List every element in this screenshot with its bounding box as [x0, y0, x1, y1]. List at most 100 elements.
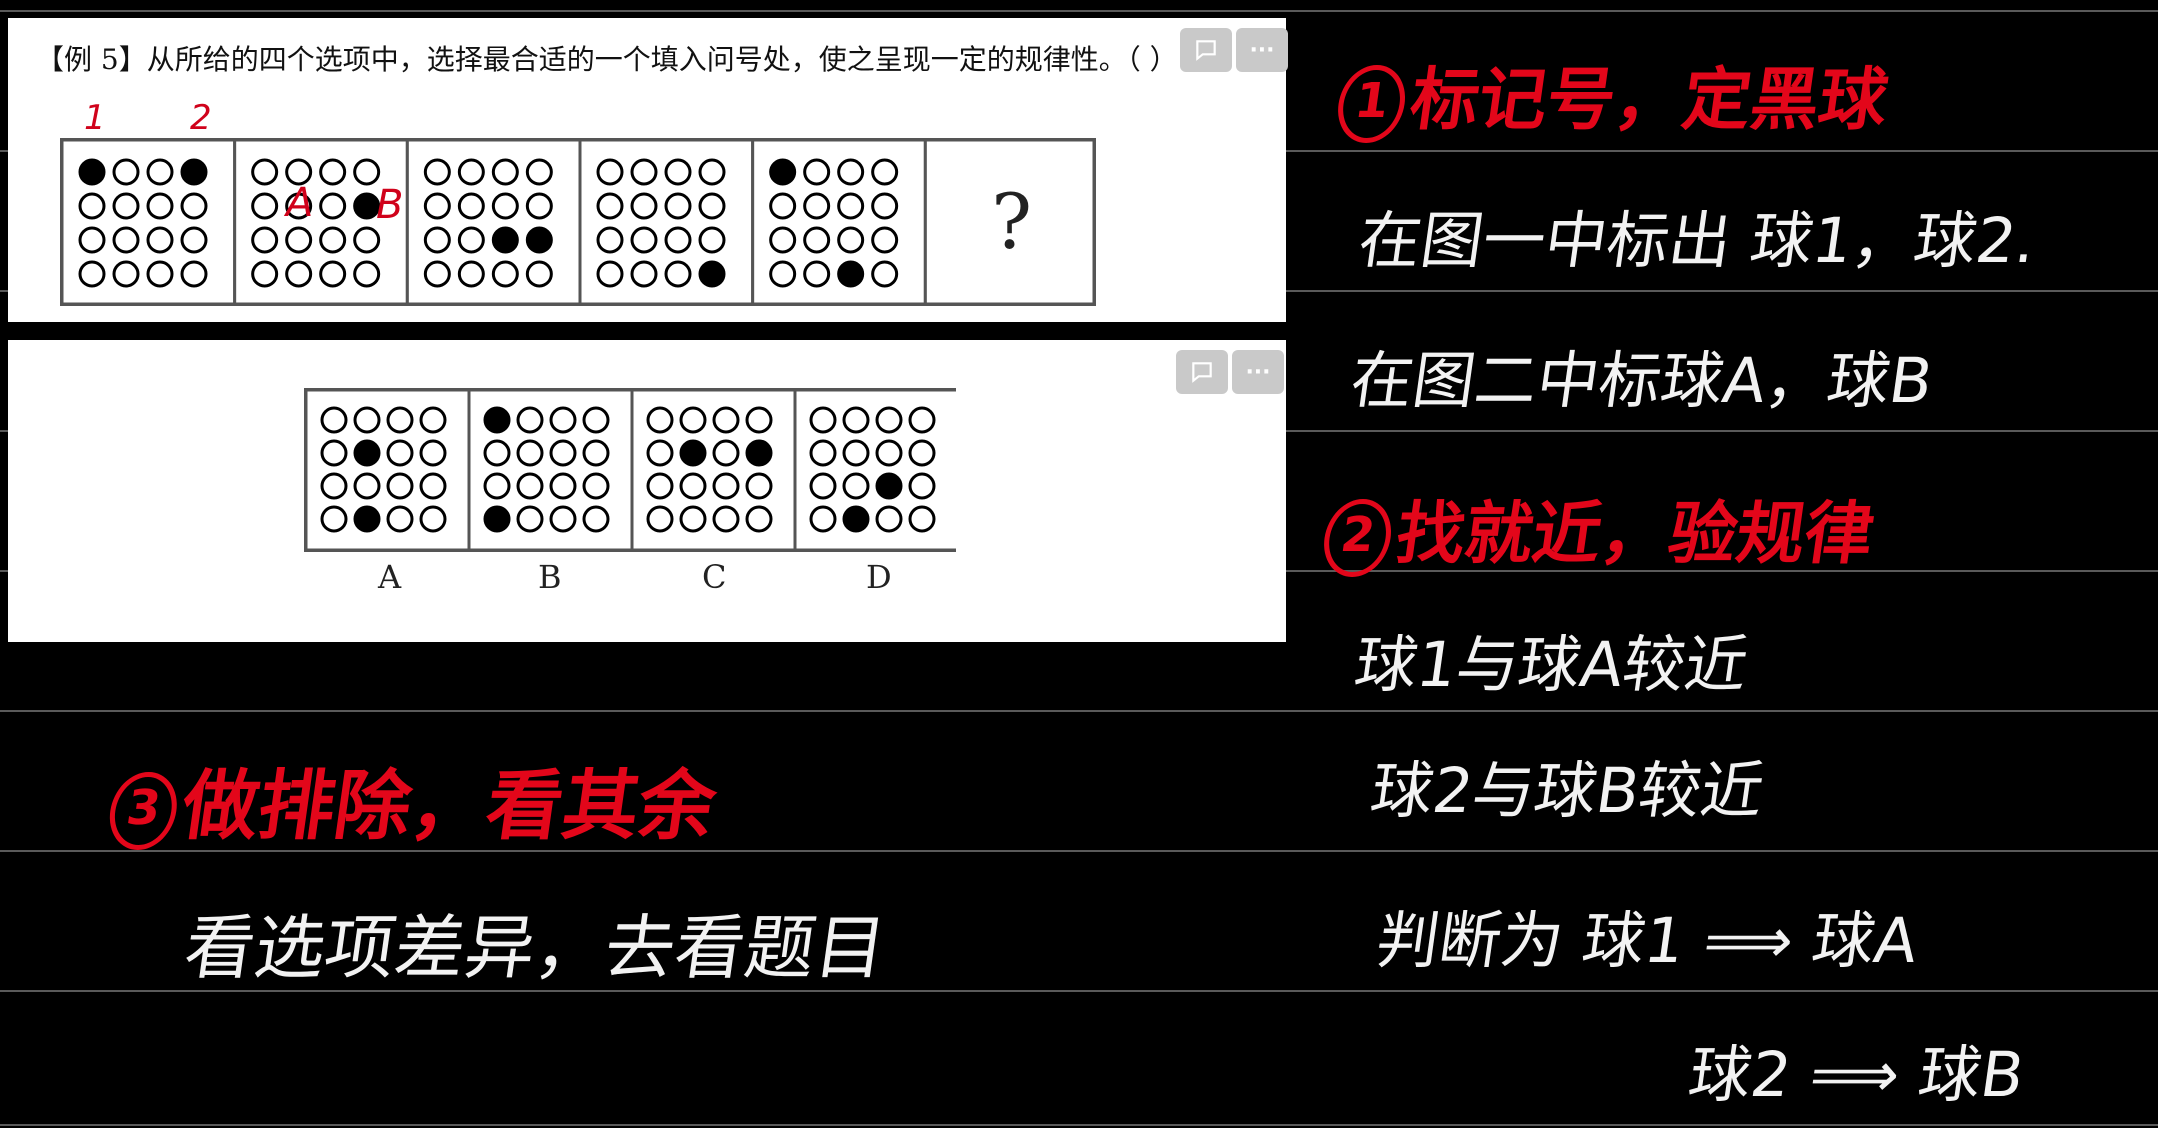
empty-ball	[809, 439, 837, 467]
empty-ball	[809, 406, 837, 434]
empty-ball	[875, 505, 903, 533]
filled-ball	[353, 439, 381, 467]
empty-ball	[871, 158, 899, 186]
step2-line1: 球1与球A较近	[1350, 628, 1753, 701]
empty-ball	[769, 192, 797, 220]
question-mark: ?	[991, 177, 1032, 266]
empty-ball	[712, 505, 740, 533]
empty-ball	[769, 260, 797, 288]
empty-ball	[664, 192, 692, 220]
step3-line1: 看选项差异，去看题目	[179, 907, 891, 989]
empty-ball	[698, 158, 726, 186]
empty-ball	[745, 406, 773, 434]
more-button[interactable]: ···	[1236, 28, 1288, 72]
empty-ball	[516, 439, 544, 467]
step1-line2: 在图二中标球A，球B	[1346, 344, 1938, 417]
empty-ball	[664, 158, 692, 186]
comment-button[interactable]	[1176, 350, 1228, 394]
empty-ball	[698, 226, 726, 254]
sequence-panel-3	[405, 138, 582, 306]
step2-line4: 球2 ⟹ 球B	[1684, 1038, 2029, 1111]
sequence-panel-5	[751, 138, 927, 306]
empty-ball	[491, 158, 519, 186]
empty-ball	[525, 158, 553, 186]
option-label-b: B	[538, 558, 562, 596]
option-label-c: C	[702, 558, 727, 596]
empty-ball	[679, 472, 707, 500]
empty-ball	[837, 158, 865, 186]
step2-heading: 2 找就近，验规律	[1319, 478, 1881, 578]
empty-ball	[630, 192, 658, 220]
empty-ball	[112, 260, 140, 288]
empty-ball	[457, 260, 485, 288]
question-image-card[interactable]: 【例 5】从所给的四个选项中，选择最合适的一个填入问号处，使之呈现一定的规律性。…	[8, 18, 1288, 322]
empty-ball	[353, 406, 381, 434]
empty-ball	[809, 505, 837, 533]
more-button[interactable]: ···	[1232, 350, 1284, 394]
empty-ball	[483, 439, 511, 467]
empty-ball	[842, 472, 870, 500]
filled-ball	[745, 439, 773, 467]
empty-ball	[251, 260, 279, 288]
empty-ball	[516, 406, 544, 434]
empty-ball	[745, 505, 773, 533]
empty-ball	[908, 505, 936, 533]
empty-ball	[582, 505, 610, 533]
option-panel-c	[630, 388, 797, 552]
empty-ball	[251, 226, 279, 254]
step3-heading: 3 做排除，看其余	[104, 744, 723, 854]
comment-button[interactable]	[1180, 28, 1232, 72]
empty-ball	[646, 439, 674, 467]
sequence-panel-question: ?	[923, 138, 1096, 306]
empty-ball	[679, 406, 707, 434]
mark-ball-2: 2	[190, 98, 212, 138]
empty-ball	[320, 439, 348, 467]
sequence-panel-4	[578, 138, 755, 306]
empty-ball	[549, 439, 577, 467]
empty-ball	[871, 260, 899, 288]
empty-ball	[419, 439, 447, 467]
empty-ball	[251, 158, 279, 186]
empty-ball	[875, 406, 903, 434]
empty-ball	[386, 406, 414, 434]
empty-ball	[353, 260, 381, 288]
card-toolbar: ···	[1180, 28, 1288, 72]
empty-ball	[549, 505, 577, 533]
empty-ball	[285, 260, 313, 288]
empty-ball	[419, 505, 447, 533]
option-panel-d	[793, 388, 956, 552]
empty-ball	[875, 439, 903, 467]
filled-ball	[679, 439, 707, 467]
options-image-card[interactable]: ··· A B C D	[8, 340, 1286, 642]
empty-ball	[457, 158, 485, 186]
empty-ball	[251, 192, 279, 220]
step2-number: 2	[1319, 499, 1396, 578]
empty-ball	[803, 226, 831, 254]
empty-ball	[842, 439, 870, 467]
empty-ball	[419, 406, 447, 434]
empty-ball	[483, 472, 511, 500]
empty-ball	[353, 158, 381, 186]
ruled-line	[0, 710, 2158, 712]
empty-ball	[596, 226, 624, 254]
empty-ball	[146, 192, 174, 220]
empty-ball	[112, 226, 140, 254]
empty-ball	[320, 472, 348, 500]
empty-ball	[630, 260, 658, 288]
filled-ball	[483, 406, 511, 434]
filled-ball	[875, 472, 903, 500]
empty-ball	[319, 226, 347, 254]
empty-ball	[837, 226, 865, 254]
empty-ball	[698, 192, 726, 220]
empty-ball	[596, 192, 624, 220]
empty-ball	[320, 406, 348, 434]
empty-ball	[78, 226, 106, 254]
empty-ball	[285, 226, 313, 254]
filled-ball	[353, 505, 381, 533]
option-panel-b	[467, 388, 634, 552]
empty-ball	[525, 260, 553, 288]
empty-ball	[803, 260, 831, 288]
empty-ball	[78, 192, 106, 220]
empty-ball	[423, 158, 451, 186]
empty-ball	[146, 158, 174, 186]
